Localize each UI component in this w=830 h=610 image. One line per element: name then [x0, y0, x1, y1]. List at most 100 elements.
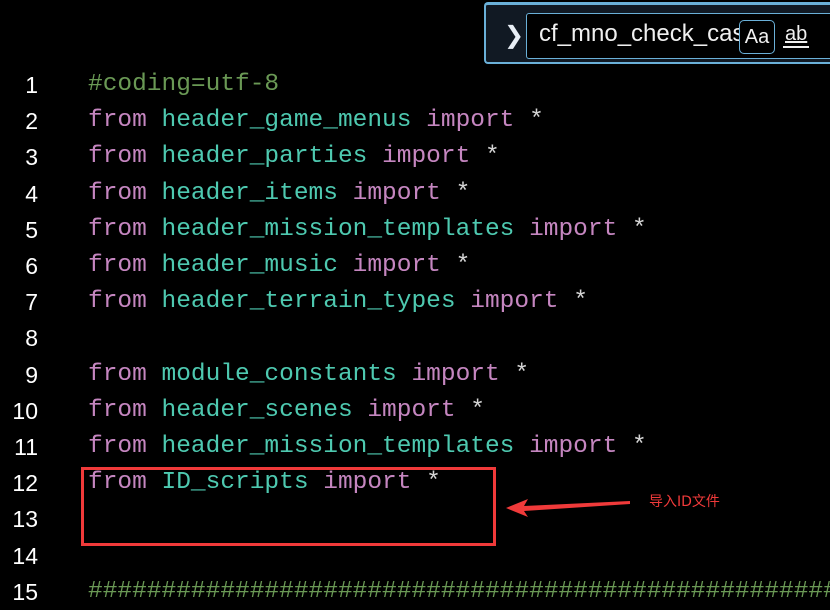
line-number: 12 — [12, 470, 38, 497]
code-text: ########################################… — [88, 574, 830, 610]
code-token: import — [426, 107, 515, 135]
code-token: from — [88, 143, 147, 171]
code-line[interactable]: 15 ######################################… — [0, 574, 830, 610]
code-line[interactable]: 9 from module_constants import * — [0, 357, 830, 393]
line-number: 3 — [25, 144, 38, 171]
code-token: header_parties — [161, 143, 368, 171]
find-query[interactable]: cf_mno_check_cas — [539, 20, 739, 48]
code-line[interactable]: 11 from header_mission_templates import * — [0, 429, 830, 465]
code-token: from — [88, 360, 147, 388]
code-token: import — [352, 252, 441, 279]
code-token: import — [529, 215, 618, 243]
code-token: * — [440, 252, 471, 279]
find-widget: ❯ cf_mno_check_cas Aa ab — [484, 2, 830, 64]
code-line[interactable]: 5 from header_mission_templates import * — [0, 212, 830, 248]
code-token: * — [514, 107, 544, 135]
code-line[interactable]: 7 from header_terrain_types import * — [0, 284, 830, 320]
line-number: 7 — [25, 289, 38, 316]
line-number: 4 — [25, 180, 38, 207]
line-number: 6 — [25, 253, 38, 279]
code-token: import — [529, 433, 618, 460]
code-token: import — [367, 396, 456, 424]
code-text: from header_terrain_types import * — [88, 284, 588, 320]
code-text: from header_mission_templates import * — [88, 212, 647, 248]
chevron-right-icon[interactable]: ❯ — [504, 21, 524, 49]
annotation-text: 导入ID文件 — [649, 494, 720, 510]
code-text: from header_game_menus import * — [88, 103, 544, 139]
code-token: module_constants — [161, 360, 397, 388]
code-line[interactable]: 2 from header_game_menus import * — [0, 103, 830, 139]
code-token: import — [470, 288, 559, 316]
line-number: 11 — [14, 434, 38, 460]
code-line[interactable]: 6 from header_music import * — [0, 248, 830, 284]
code-token: * — [617, 215, 647, 243]
line-number: 14 — [12, 542, 38, 569]
code-token: header_mission_templates — [161, 433, 515, 460]
code-token: ########################################… — [88, 577, 830, 605]
code-token: * — [499, 360, 530, 388]
code-text: #coding=utf-8 — [88, 67, 279, 103]
code-token: from — [88, 215, 147, 243]
code-text: from module_constants import * — [88, 357, 529, 393]
code-token: header_game_menus — [161, 107, 412, 135]
code-line[interactable]: 3 from header_parties import * — [0, 139, 830, 175]
code-token: from — [88, 179, 147, 207]
line-number: 5 — [25, 216, 38, 243]
whole-word-button[interactable]: ab — [783, 22, 810, 48]
code-token: * — [617, 433, 647, 460]
code-line[interactable]: 1 #coding=utf-8 — [0, 67, 830, 103]
line-number: 1 — [25, 72, 38, 98]
highlight-box — [81, 467, 496, 546]
code-token: #coding=utf-8 — [88, 71, 280, 98]
line-number: 8 — [25, 325, 38, 352]
code-text: from header_parties import * — [88, 139, 500, 175]
code-token: * — [558, 288, 588, 316]
match-case-button[interactable]: Aa — [739, 20, 775, 54]
code-text: from header_mission_templates import * — [88, 429, 647, 465]
code-text: from header_music import * — [88, 248, 470, 284]
code-token: from — [88, 252, 147, 279]
code-text: from header_scenes import * — [88, 393, 485, 429]
code-line[interactable]: 10 from header_scenes import * — [0, 393, 830, 429]
code-token: import — [382, 143, 471, 171]
code-token: * — [455, 396, 485, 424]
line-number: 13 — [12, 506, 38, 533]
code-line[interactable]: 4 from header_items import * — [0, 176, 830, 212]
code-token: header_music — [161, 252, 338, 279]
code-token: * — [470, 143, 500, 171]
arrow-icon — [506, 499, 630, 517]
code-token: header_scenes — [161, 396, 353, 424]
code-token: * — [440, 179, 471, 207]
code-token: import — [411, 360, 500, 388]
line-number: 10 — [12, 397, 38, 424]
code-token: header_terrain_types — [161, 288, 456, 316]
code-token: header_mission_templates — [161, 215, 515, 243]
line-number: 15 — [12, 578, 38, 605]
code-token: from — [88, 433, 147, 460]
code-token: from — [88, 396, 147, 424]
line-number: 9 — [25, 361, 38, 388]
code-token: header_items — [161, 179, 338, 207]
code-line[interactable]: 8 — [0, 320, 830, 356]
find-input[interactable]: cf_mno_check_cas Aa ab — [526, 13, 830, 59]
code-token: from — [88, 288, 147, 316]
code-token: import — [352, 179, 441, 207]
